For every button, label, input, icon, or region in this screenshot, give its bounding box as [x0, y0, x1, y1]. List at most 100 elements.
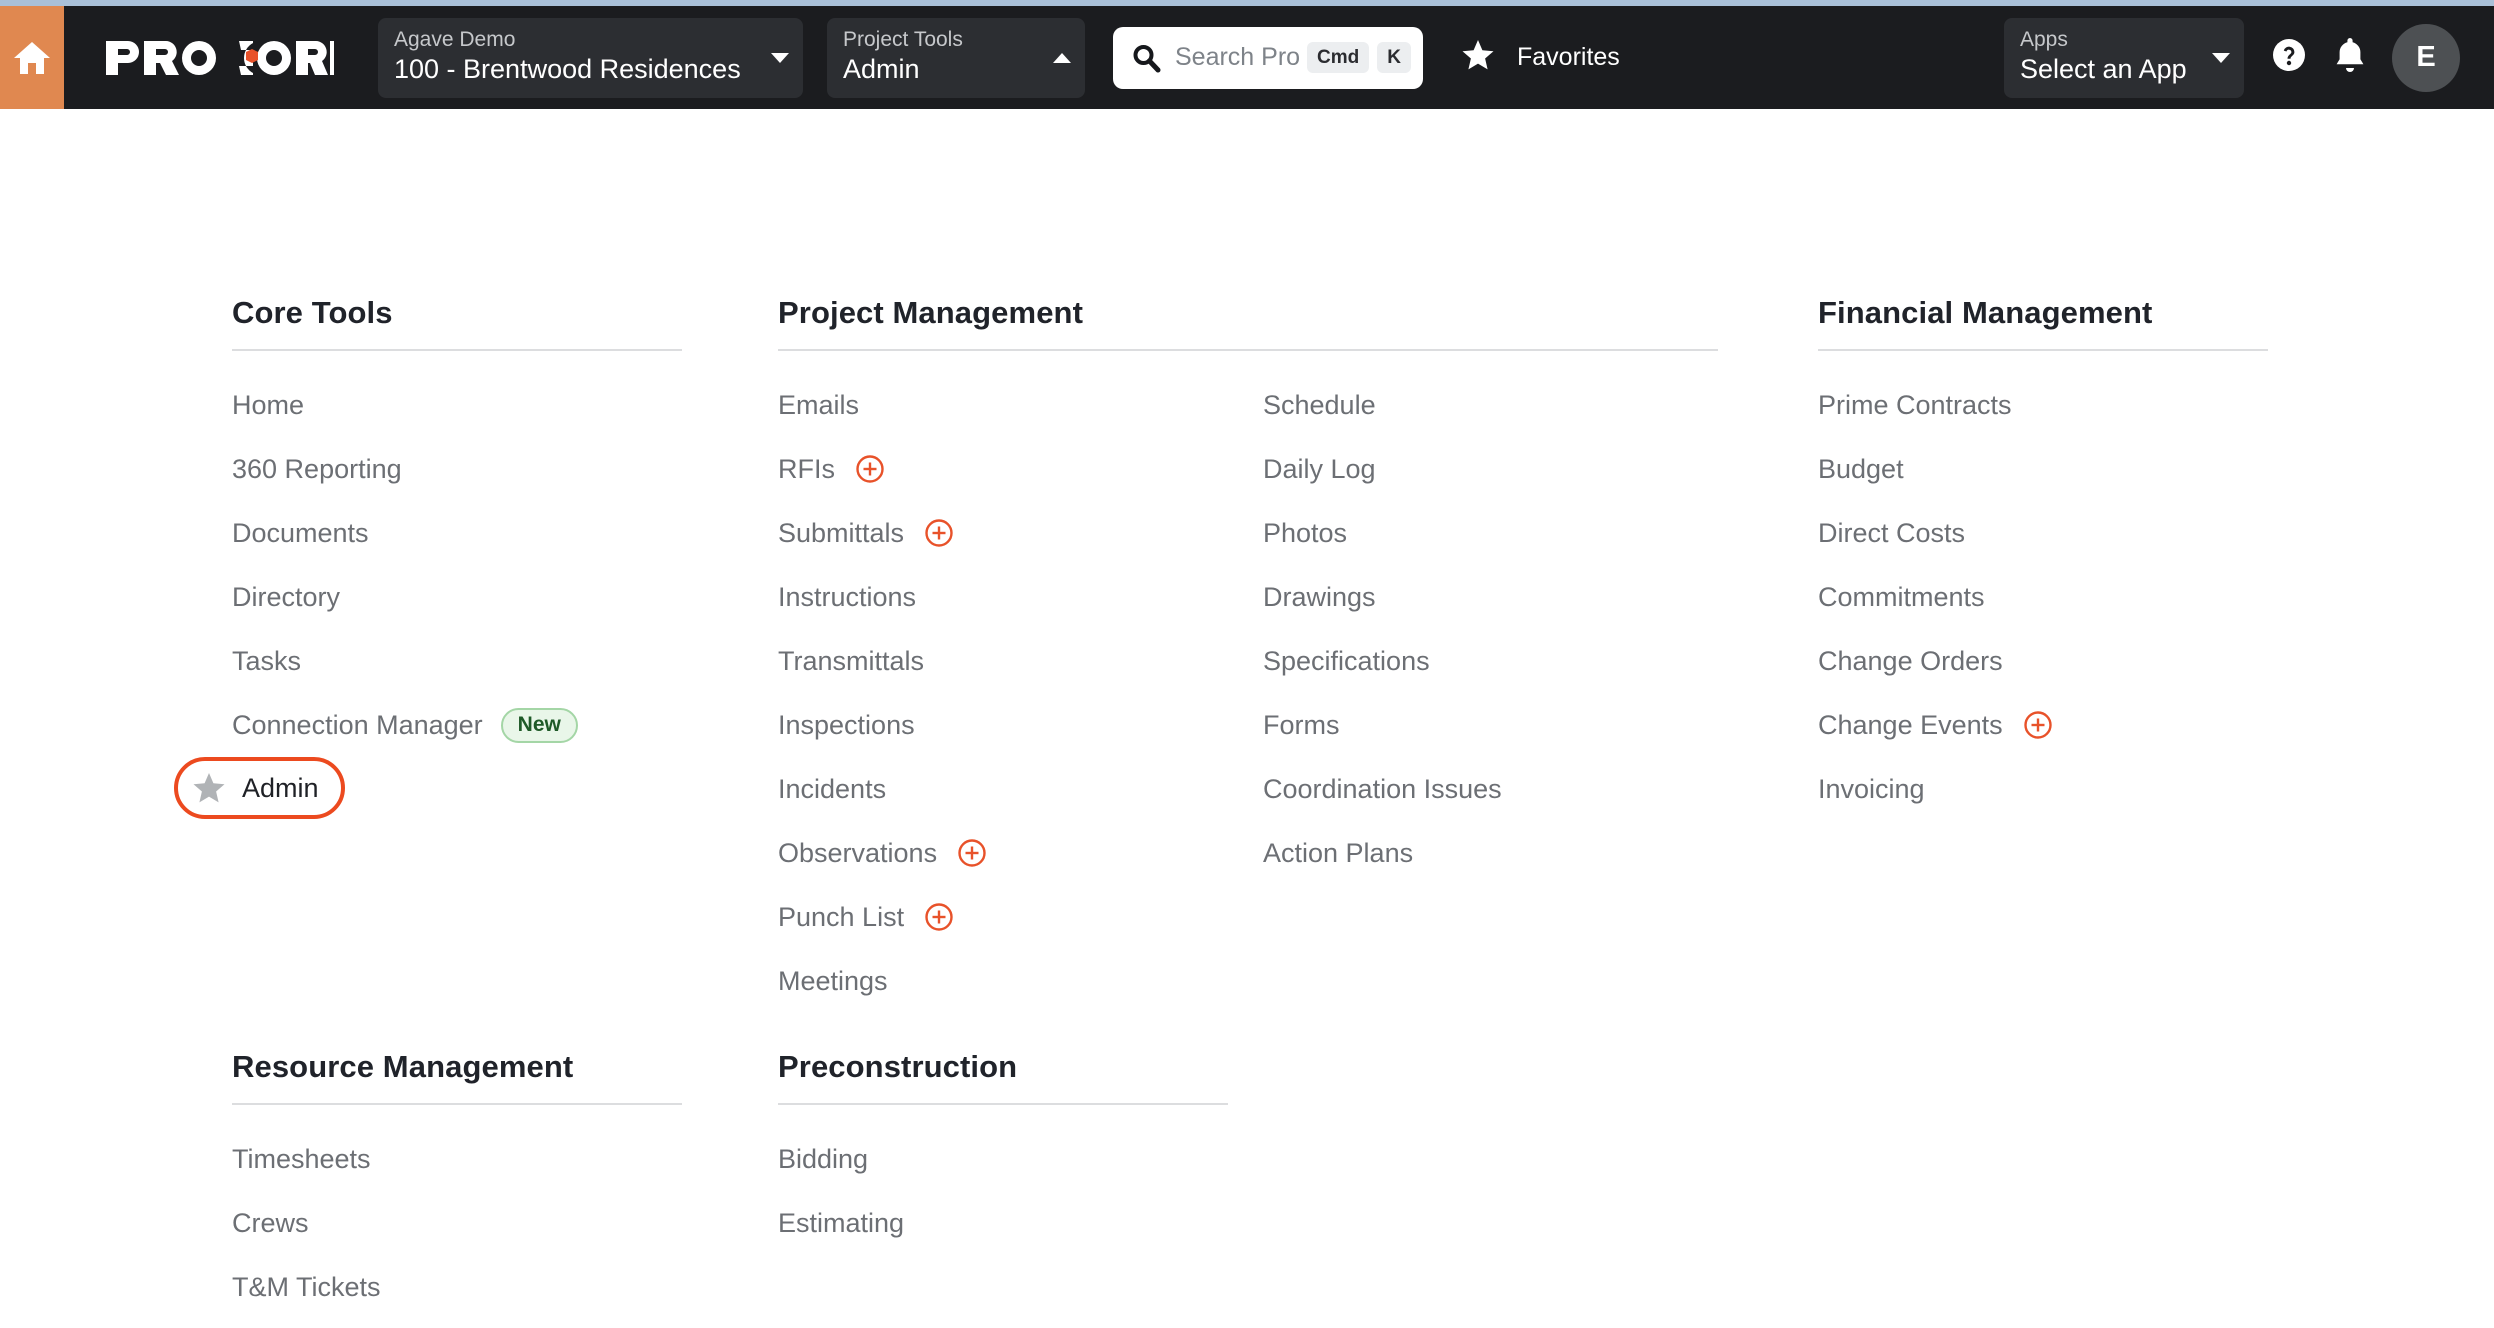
group-title-resource-management: Resource Management [232, 1049, 574, 1084]
menu-item-commitments[interactable]: Commitments [1818, 565, 2268, 629]
group-divider [778, 349, 1718, 351]
search-input[interactable] [1175, 43, 1300, 72]
add-circle-icon[interactable] [924, 902, 954, 932]
menu-item-change-orders[interactable]: Change Orders [1818, 629, 2268, 693]
menu-item-label: Forms [1263, 709, 1340, 740]
help-circle-icon [2270, 36, 2308, 79]
menu-item-label: Submittals [778, 517, 905, 548]
group-core-tools: Core Tools Home 360 Reporting Documents … [174, 295, 682, 819]
menu-item-label: Specifications [1263, 645, 1430, 676]
bell-icon [2334, 36, 2366, 79]
group-title-preconstruction: Preconstruction [778, 1049, 1018, 1084]
menu-item-forms[interactable]: Forms [1263, 693, 1718, 757]
menu-item-label: Change Orders [1818, 645, 2003, 676]
menu-item-label: Documents [232, 517, 369, 548]
project-tools-value: Admin [843, 53, 920, 84]
menu-item-label: Schedule [1263, 389, 1376, 420]
menu-item-meetings[interactable]: Meetings [778, 949, 1263, 1013]
menu-item-directory[interactable]: Directory [232, 565, 682, 629]
menu-item-submittals[interactable]: Submittals [778, 501, 1263, 565]
menu-item-home[interactable]: Home [232, 373, 682, 437]
menu-item-tasks[interactable]: Tasks [232, 629, 682, 693]
add-circle-icon[interactable] [855, 454, 885, 484]
menu-item-transmittals[interactable]: Transmittals [778, 629, 1263, 693]
add-circle-icon[interactable] [924, 518, 954, 548]
project-selector[interactable]: Agave Demo 100 - Brentwood Residences [378, 17, 803, 98]
menu-item-prime-contracts[interactable]: Prime Contracts [1818, 373, 2268, 437]
menu-item-label: Connection Manager [232, 709, 483, 740]
home-button[interactable] [0, 6, 64, 109]
menu-item-label: 360 Reporting [232, 453, 402, 484]
menu-item-label: Bidding [778, 1143, 869, 1174]
procore-logo[interactable] [106, 38, 334, 78]
menu-item-drawings[interactable]: Drawings [1263, 565, 1718, 629]
menu-item-direct-costs[interactable]: Direct Costs [1818, 501, 2268, 565]
core-tools-items: Home 360 Reporting Documents Directory T… [174, 373, 682, 819]
project-selector-company: Agave Demo [394, 27, 516, 51]
menu-item-documents[interactable]: Documents [232, 501, 682, 565]
project-management-items: Emails RFIs Submittals Instructions Tran… [778, 373, 1718, 1013]
group-preconstruction: Preconstruction Bidding Estimating [778, 1049, 1228, 1255]
apps-selector-value: Select an App [2020, 53, 2187, 84]
apps-selector-label: Apps [2020, 27, 2068, 51]
favorites-button[interactable]: Favorites [1451, 31, 1630, 84]
menu-item-connection-manager[interactable]: Connection Manager New [232, 693, 682, 757]
menu-item-observations[interactable]: Observations [778, 821, 1263, 885]
add-circle-icon[interactable] [2023, 710, 2053, 740]
menu-item-action-plans[interactable]: Action Plans [1263, 821, 1718, 885]
menu-item-label: Directory [232, 581, 341, 612]
shortcut-key: K [1377, 42, 1411, 73]
menu-item-timesheets[interactable]: Timesheets [232, 1127, 682, 1191]
add-circle-icon[interactable] [957, 838, 987, 868]
menu-item-photos[interactable]: Photos [1263, 501, 1718, 565]
menu-item-label: Transmittals [778, 645, 925, 676]
menu-item-incidents[interactable]: Incidents [778, 757, 1263, 821]
menu-item-punch-list[interactable]: Punch List [778, 885, 1263, 949]
menu-item-equipment[interactable]: Equipment [232, 1319, 682, 1328]
star-icon[interactable] [192, 772, 226, 804]
star-icon [1461, 39, 1495, 76]
group-divider [778, 1103, 1228, 1105]
menu-item-emails[interactable]: Emails [778, 373, 1263, 437]
menu-item-label: Photos [1263, 517, 1348, 548]
menu-item-label: Inspections [778, 709, 915, 740]
menu-item-label: Admin [242, 772, 319, 803]
menu-item-estimating[interactable]: Estimating [778, 1191, 1228, 1255]
menu-item-coordination-issues[interactable]: Coordination Issues [1263, 757, 1718, 821]
menu-item-label: Drawings [1263, 581, 1376, 612]
group-resource-management: Resource Management Timesheets Crews T&M… [232, 1049, 682, 1328]
menu-item-invoicing[interactable]: Invoicing [1818, 757, 2268, 821]
menu-item-rfis[interactable]: RFIs [778, 437, 1263, 501]
menu-item-inspections[interactable]: Inspections [778, 693, 1263, 757]
menu-item-schedule[interactable]: Schedule [1263, 373, 1718, 437]
menu-item-tm-tickets[interactable]: T&M Tickets [232, 1255, 682, 1319]
group-financial-management: Financial Management Prime Contracts Bud… [1818, 295, 2268, 821]
menu-item-instructions[interactable]: Instructions [778, 565, 1263, 629]
menu-item-admin[interactable]: Admin [174, 757, 345, 819]
menu-item-label: Action Plans [1263, 837, 1414, 868]
new-badge: New [500, 707, 578, 743]
search-box[interactable]: Cmd K [1113, 26, 1423, 89]
menu-item-360-reporting[interactable]: 360 Reporting [232, 437, 682, 501]
group-title-project-management: Project Management [778, 295, 1083, 330]
menu-item-specifications[interactable]: Specifications [1263, 629, 1718, 693]
menu-item-budget[interactable]: Budget [1818, 437, 2268, 501]
menu-item-label: Daily Log [1263, 453, 1376, 484]
project-tools-selector[interactable]: Project Tools Admin [827, 17, 1085, 98]
apps-selector[interactable]: Apps Select an App [2004, 17, 2244, 98]
menu-item-daily-log[interactable]: Daily Log [1263, 437, 1718, 501]
app-header: Agave Demo 100 - Brentwood Residences Pr… [0, 6, 2494, 109]
menu-item-bidding[interactable]: Bidding [778, 1127, 1228, 1191]
search-icon [1131, 43, 1161, 73]
menu-item-change-events[interactable]: Change Events [1818, 693, 2268, 757]
group-title-core-tools: Core Tools [232, 295, 393, 330]
notifications-button[interactable] [2334, 36, 2366, 79]
help-button[interactable] [2270, 36, 2308, 79]
menu-item-crews[interactable]: Crews [232, 1191, 682, 1255]
menu-item-label: Change Events [1818, 709, 2003, 740]
project-tools-label: Project Tools [843, 27, 963, 51]
avatar[interactable]: E [2392, 23, 2460, 92]
resource-management-items: Timesheets Crews T&M Tickets Equipment [232, 1127, 682, 1328]
group-divider [232, 349, 682, 351]
menu-item-label: T&M Tickets [232, 1271, 381, 1302]
